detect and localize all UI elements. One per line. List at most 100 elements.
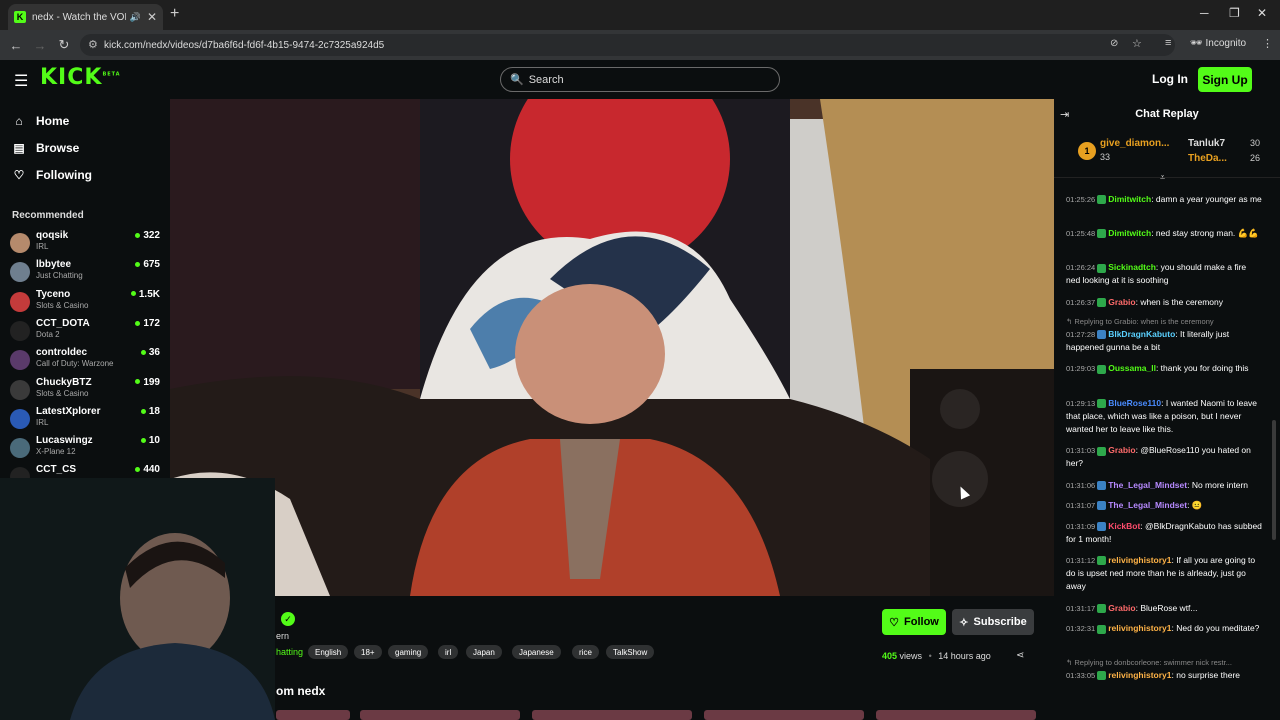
vod-thumbnail[interactable] xyxy=(360,710,520,720)
message-text: : ned stay strong man. 💪💪 xyxy=(1151,228,1259,239)
hamburger-menu-icon[interactable]: ☰ xyxy=(14,71,28,91)
login-button[interactable]: Log In xyxy=(1152,72,1188,86)
url-text: kick.com/nedx/videos/d7ba6f6d-fd6f-4b15-… xyxy=(104,39,385,51)
search-input[interactable]: 🔍 Search xyxy=(500,67,780,92)
recommended-channel[interactable]: qoqsik IRL 322 xyxy=(10,230,162,259)
chat-username[interactable]: Oussama_ll xyxy=(1108,363,1156,373)
site-info-icon[interactable]: ⚙ xyxy=(88,38,98,51)
chat-username[interactable]: The_Legal_Mindset xyxy=(1108,480,1187,490)
bookmark-star-icon[interactable]: ☆ xyxy=(1132,37,1142,50)
kick-logo[interactable]: KICKBETA xyxy=(40,65,121,90)
chat-scrollbar[interactable] xyxy=(1272,420,1276,540)
reload-icon[interactable]: ↻ xyxy=(52,37,76,53)
share-icon[interactable]: ⋖ xyxy=(1016,650,1024,661)
vod-thumbnail[interactable] xyxy=(532,710,692,720)
recommended-channel[interactable]: Lucaswingz X-Plane 12 10 xyxy=(10,435,162,464)
nav-home[interactable]: ⌂ Home xyxy=(12,114,69,128)
tag-pill[interactable]: gaming xyxy=(388,645,429,659)
back-icon[interactable]: ← xyxy=(4,38,28,53)
channel-category: IRL xyxy=(36,417,49,427)
channel-name: LatestXplorer xyxy=(36,405,101,417)
leader-third-name[interactable]: TheDa... xyxy=(1188,153,1227,164)
minimize-icon[interactable]: ─ xyxy=(1200,6,1209,20)
message-text: : when is the ceremony xyxy=(1135,296,1224,307)
chat-message: 01:31:17 Grabio: BlueRose wtf... xyxy=(1066,602,1262,615)
incognito-badge[interactable]: 🕶 Incognito xyxy=(1190,38,1246,49)
maximize-icon[interactable]: ❐ xyxy=(1229,6,1240,20)
browser-menu-icon[interactable]: ⋮ xyxy=(1262,37,1273,50)
tag-pill[interactable]: rice xyxy=(572,645,599,659)
recommended-channel[interactable]: ChuckyBTZ Slots & Casino 199 xyxy=(10,377,162,406)
vod-thumbnail[interactable] xyxy=(704,710,864,720)
media-icon[interactable]: ≡ xyxy=(1165,37,1171,49)
tag-pill[interactable]: 18+ xyxy=(354,645,382,659)
recommended-channel[interactable]: CCT_DOTA Dota 2 172 xyxy=(10,318,162,347)
leader-first-name[interactable]: give_diamon... xyxy=(1100,138,1169,149)
chat-username[interactable]: Grabio xyxy=(1108,445,1135,455)
stream-category-link[interactable]: hatting xyxy=(276,647,303,657)
channel-name: CCT_CS xyxy=(36,464,77,476)
browser-tab-bar xyxy=(0,0,1280,30)
chat-username[interactable]: BlueRose110 xyxy=(1108,398,1161,408)
chat-username[interactable]: relivinghistory1 xyxy=(1108,555,1171,565)
channel-category: Slots & Casino xyxy=(36,300,89,310)
leader-third-value: 26 xyxy=(1250,153,1261,163)
recommended-channel[interactable]: lbbytee Just Chatting 675 xyxy=(10,259,162,288)
channel-category: Dota 2 xyxy=(36,329,60,339)
new-tab-icon[interactable]: + xyxy=(170,5,179,23)
chat-username[interactable]: Grabio xyxy=(1108,603,1135,613)
live-dot-icon xyxy=(135,379,141,385)
message-timestamp: 01:31:09 xyxy=(1066,521,1096,531)
tag-pill[interactable]: Japan xyxy=(466,645,502,659)
url-field[interactable]: ⚙ kick.com/nedx/videos/d7ba6f6d-fd6f-4b1… xyxy=(80,34,1175,56)
leader-second-name[interactable]: Tanluk7 xyxy=(1188,138,1225,149)
recommended-channel[interactable]: LatestXplorer IRL 18 xyxy=(10,406,162,435)
tag-pill[interactable]: Japanese xyxy=(512,645,561,659)
tag-pill[interactable]: irl xyxy=(438,645,459,659)
webcam-frame xyxy=(0,478,275,720)
chat-message: 01:27:28 BlkDragnKabuto: It literally jus… xyxy=(1066,328,1262,354)
leader-second-value: 30 xyxy=(1250,138,1261,148)
eye-off-icon[interactable]: ⊘ xyxy=(1110,38,1118,49)
vod-thumbnail[interactable] xyxy=(276,710,350,720)
recommended-heading: Recommended xyxy=(12,210,84,221)
chat-username[interactable]: Sickinadtch xyxy=(1108,262,1156,272)
chat-username[interactable]: BlkDragnKabuto xyxy=(1108,329,1175,339)
close-window-icon[interactable]: ✕ xyxy=(1257,6,1267,20)
chat-badge-icon xyxy=(1097,604,1107,614)
pin-expand-icon[interactable]: ⩡ xyxy=(1160,172,1165,183)
tag-pill[interactable]: TalkShow xyxy=(606,645,655,659)
follow-button[interactable]: ♡ Follow xyxy=(882,609,946,635)
forward-icon[interactable]: → xyxy=(28,38,52,53)
chat-username[interactable]: The_Legal_Mindset xyxy=(1108,500,1187,510)
search-placeholder: Search xyxy=(528,73,564,86)
live-dot-icon xyxy=(135,467,141,473)
recommended-channel[interactable]: Tyceno Slots & Casino 1.5K xyxy=(10,289,162,318)
chat-username[interactable]: Dimitwitch xyxy=(1108,228,1151,238)
video-player[interactable] xyxy=(170,99,1054,596)
nav-browse[interactable]: ▤ Browse xyxy=(12,141,79,155)
mute-icon[interactable]: 🔊 xyxy=(130,12,141,23)
live-dot-icon xyxy=(135,320,141,326)
chat-username[interactable]: KickBot xyxy=(1108,521,1140,531)
chat-username[interactable]: relivinghistory1 xyxy=(1108,670,1171,680)
message-timestamp: 01:26:37 xyxy=(1066,297,1096,307)
message-timestamp: 01:33:05 xyxy=(1066,670,1096,680)
signup-button[interactable]: Sign Up xyxy=(1198,67,1252,92)
recommended-channel[interactable]: controldec Call of Duty: Warzone 36 xyxy=(10,347,162,376)
nav-following[interactable]: ♡ Following xyxy=(12,168,92,182)
tag-pill[interactable]: English xyxy=(308,645,349,659)
chat-username[interactable]: relivinghistory1 xyxy=(1108,623,1171,633)
browser-tab[interactable]: K nedx - Watch the VOD on Ki 🔊 ✕ xyxy=(8,4,163,30)
close-tab-icon[interactable]: ✕ xyxy=(147,10,157,24)
vod-thumbnail[interactable] xyxy=(876,710,1036,720)
verified-badge-icon: ✓ xyxy=(281,612,295,626)
subscribe-button[interactable]: ✧ Subscribe xyxy=(952,609,1034,635)
reply-context: ↰ Replying to donbcorleone: swimmer nick… xyxy=(1066,657,1232,667)
message-timestamp: 01:26:24 xyxy=(1066,263,1096,273)
channel-category: Slots & Casino xyxy=(36,388,89,398)
live-dot-icon xyxy=(130,291,136,297)
message-timestamp: 01:31:07 xyxy=(1066,501,1096,511)
chat-username[interactable]: Grabio xyxy=(1108,297,1135,307)
chat-username[interactable]: Dimitwitch xyxy=(1108,194,1151,204)
